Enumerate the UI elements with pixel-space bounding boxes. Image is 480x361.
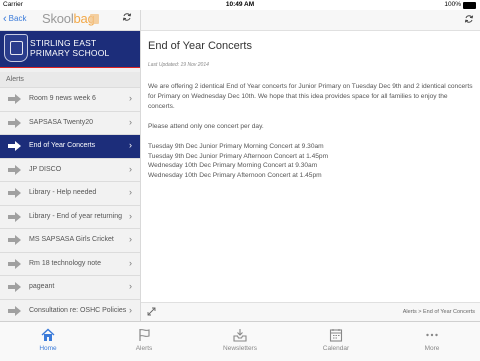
books-icon bbox=[90, 14, 99, 24]
app-logo: Skoolbag bbox=[42, 11, 95, 26]
alert-item-label: Library - Help needed bbox=[29, 189, 97, 196]
alert-item-label: Library - End of year returning bbox=[29, 212, 122, 220]
tab-label: Alerts bbox=[135, 345, 153, 352]
detail-pane: End of Year Concerts Last Updated: 19 No… bbox=[141, 10, 480, 321]
battery-icon bbox=[463, 2, 476, 9]
alert-item-label: SAPSASA Twenty20 bbox=[29, 118, 94, 126]
tab-alerts[interactable]: Alerts bbox=[96, 322, 192, 361]
alert-item-label: Rm 18 technology note bbox=[29, 259, 101, 267]
expand-icon[interactable] bbox=[147, 307, 156, 316]
sidebar-nav-bar: ‹ Back Skoolbag bbox=[0, 10, 140, 31]
alert-item[interactable]: JP DISCO › bbox=[0, 158, 140, 182]
alert-item[interactable]: Library - Help needed › bbox=[0, 182, 140, 206]
flag-icon bbox=[139, 329, 150, 341]
alert-item[interactable]: pageant › bbox=[0, 276, 140, 300]
tab-label: Calendar bbox=[322, 345, 350, 352]
alert-item[interactable]: Rm 18 technology note › bbox=[0, 252, 140, 276]
more-dots-icon bbox=[426, 333, 438, 337]
alert-item[interactable]: SAPSASA Twenty20 › bbox=[0, 111, 140, 135]
back-button[interactable]: ‹ Back bbox=[3, 13, 26, 25]
concert-schedule: Tuesday 9th Dec Junior Primary Morning C… bbox=[148, 142, 476, 180]
detail-nav-bar bbox=[141, 10, 480, 31]
arrow-right-icon bbox=[8, 117, 21, 128]
alert-item-label: pageant bbox=[29, 283, 55, 290]
arrow-right-icon bbox=[8, 211, 21, 222]
chevron-right-icon: › bbox=[129, 257, 132, 268]
chevron-right-icon: › bbox=[129, 163, 132, 174]
arrow-right-icon bbox=[8, 235, 21, 245]
tab-label: Newsletters bbox=[223, 345, 257, 352]
chevron-right-icon: › bbox=[129, 116, 132, 127]
school-name-line2: PRIMARY SCHOOL bbox=[30, 48, 110, 58]
chevron-right-icon: › bbox=[129, 281, 132, 291]
chevron-right-icon: › bbox=[129, 210, 132, 221]
alert-body: We are offering 2 identical End of Year … bbox=[148, 82, 476, 180]
battery-percent: 100% bbox=[444, 1, 461, 8]
alert-item[interactable]: Room 9 news week 6 › bbox=[0, 88, 140, 112]
page-title: End of Year Concerts bbox=[148, 40, 252, 52]
calendar-icon bbox=[329, 329, 343, 342]
chevron-right-icon: › bbox=[129, 93, 132, 103]
tab-more[interactable]: More bbox=[384, 322, 480, 361]
chevron-right-icon: › bbox=[129, 234, 132, 244]
chevron-right-icon: › bbox=[129, 304, 132, 315]
chevron-right-icon: › bbox=[129, 187, 132, 197]
tab-home[interactable]: Home bbox=[0, 322, 96, 361]
alert-item[interactable]: Consultation re: OSHC Policies › bbox=[0, 299, 140, 321]
detail-footer: Alerts > End of Year Concerts bbox=[141, 302, 480, 321]
section-header-alerts: Alerts bbox=[0, 72, 140, 88]
status-bar: Carrier 10:49 AM 100% bbox=[0, 0, 480, 10]
arrow-right-icon bbox=[8, 305, 21, 316]
clock: 10:49 AM bbox=[225, 1, 255, 8]
arrow-right-icon bbox=[8, 188, 21, 198]
logo-text-prefix: Skool bbox=[42, 11, 74, 26]
sync-icon[interactable] bbox=[122, 12, 132, 22]
schedule-line: Tuesday 9th Dec Junior Primary Morning C… bbox=[148, 143, 324, 150]
alert-item-label: JP DISCO bbox=[29, 165, 62, 173]
alert-item-label: MS SAPSASA Girls Cricket bbox=[29, 236, 114, 243]
arrow-right-icon bbox=[8, 164, 21, 175]
body-paragraph: We are offering 2 identical End of Year … bbox=[148, 83, 473, 110]
tab-label: More bbox=[424, 345, 440, 352]
sidebar: ‹ Back Skoolbag STIRLING EAST PRIMARY SCH… bbox=[0, 10, 141, 321]
alert-item[interactable]: MS SAPSASA Girls Cricket › bbox=[0, 229, 140, 253]
alert-item[interactable]: Library - End of year returning › bbox=[0, 205, 140, 229]
school-name-line1: STIRLING EAST bbox=[30, 38, 97, 48]
alert-item-label: Room 9 news week 6 bbox=[29, 95, 96, 102]
tab-newsletters[interactable]: Newsletters bbox=[192, 322, 288, 361]
chevron-right-icon: › bbox=[129, 140, 132, 150]
tab-label: Home bbox=[39, 345, 57, 352]
body-paragraph: Please attend only one concert per day. bbox=[148, 123, 264, 130]
last-updated: Last Updated: 19 Nov 2014 bbox=[148, 62, 209, 68]
chevron-left-icon: ‹ bbox=[3, 13, 7, 25]
alerts-list: Room 9 news week 6 › SAPSASA Twenty20 › … bbox=[0, 88, 140, 321]
alert-item-label: Consultation re: OSHC Policies bbox=[29, 306, 127, 314]
schedule-line: Tuesday 9th Dec Junior Primary Afternoon… bbox=[148, 152, 329, 160]
home-icon bbox=[41, 328, 55, 341]
alert-item-selected[interactable]: End of Year Concerts › bbox=[0, 135, 140, 159]
arrow-right-icon bbox=[8, 258, 21, 269]
school-banner: STIRLING EAST PRIMARY SCHOOL bbox=[0, 31, 140, 68]
sync-icon[interactable] bbox=[464, 14, 474, 24]
back-label: Back bbox=[8, 14, 27, 23]
inbox-download-icon bbox=[233, 329, 247, 342]
school-crest-icon bbox=[4, 34, 28, 62]
schedule-line: Wednesday 10th Dec Primary Morning Conce… bbox=[148, 162, 318, 169]
alert-item-label: End of Year Concerts bbox=[29, 142, 96, 149]
breadcrumb: Alerts > End of Year Concerts bbox=[402, 309, 475, 315]
tab-calendar[interactable]: Calendar bbox=[288, 322, 384, 361]
tab-bar: Home Alerts Newsletters Calendar More bbox=[0, 321, 480, 361]
arrow-right-icon bbox=[8, 141, 21, 151]
schedule-line: Wednesday 10th Dec Primary Afternoon Con… bbox=[148, 171, 322, 179]
arrow-right-icon bbox=[8, 94, 21, 104]
arrow-right-icon bbox=[8, 282, 21, 292]
